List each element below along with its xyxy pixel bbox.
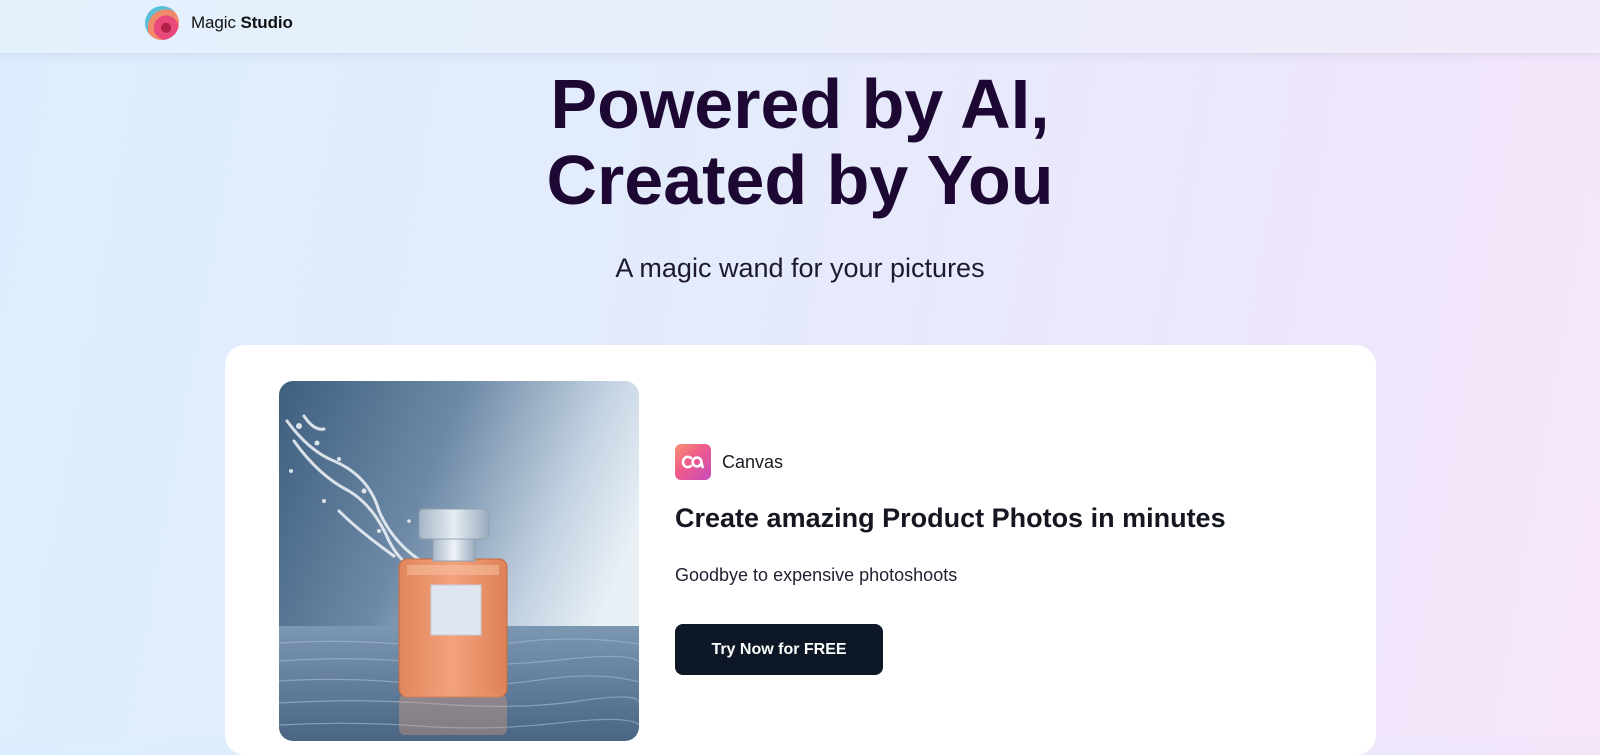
hero-title: Powered by AI, Created by You [0, 66, 1600, 218]
hero-title-line-2: Created by You [546, 141, 1054, 219]
brand-name: Magic Studio [191, 13, 293, 33]
brand-home-link[interactable]: Magic Studio [145, 6, 293, 40]
try-now-free-button[interactable]: Try Now for FREE [675, 624, 883, 675]
canvas-app-row: Canvas [675, 444, 783, 480]
feature-title: Create amazing Product Photos in minutes [675, 503, 1226, 533]
feature-description: Goodbye to expensive photoshoots [675, 565, 958, 585]
magic-studio-logo-icon [145, 6, 179, 40]
hero-subtitle: A magic wand for your pictures [615, 253, 985, 283]
product-photo-image [279, 381, 639, 741]
canvas-app-icon [675, 444, 711, 480]
canvas-app-name: Canvas [722, 451, 784, 472]
brand-name-bold: Studio [240, 13, 293, 32]
hero-title-line-1: Powered by AI, [550, 65, 1050, 143]
top-navigation-bar: Magic Studio [0, 0, 1600, 53]
feature-card: Canvas Create amazing Product Photos in … [225, 345, 1376, 755]
brand-name-light: Magic [191, 13, 236, 32]
